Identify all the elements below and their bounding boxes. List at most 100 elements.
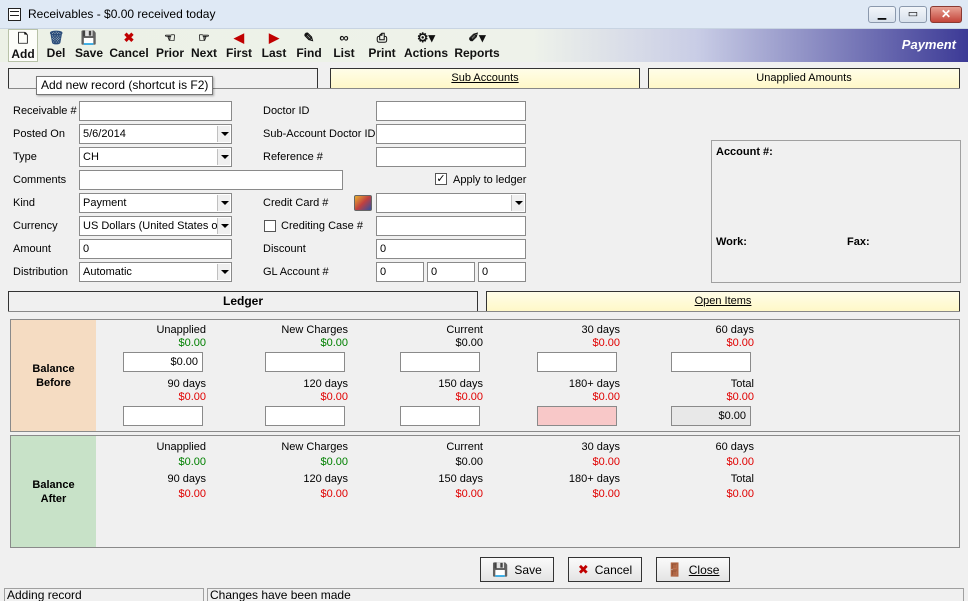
tab-unapplied-label: Unapplied Amounts xyxy=(756,72,852,84)
discount-field[interactable]: 0 xyxy=(376,239,526,259)
add-button[interactable]: 🗋 Add xyxy=(8,29,38,62)
chevron-down-icon[interactable] xyxy=(217,218,230,234)
chevron-down-icon[interactable] xyxy=(217,195,230,211)
x-icon: ✖ xyxy=(123,30,135,45)
currency-value: US Dollars (United States o xyxy=(83,220,218,232)
last-button[interactable]: ▶ Last xyxy=(259,29,289,62)
list-button[interactable]: ∞ List xyxy=(330,29,358,62)
tab-sub-accounts-label: Sub Accounts xyxy=(451,72,519,84)
currency-dropdown[interactable]: US Dollars (United States o xyxy=(79,216,232,236)
gl-account-field-2[interactable]: 0 xyxy=(427,262,475,282)
hand-left-icon: ☜ xyxy=(164,30,176,45)
tab-ledger[interactable]: Ledger xyxy=(8,291,478,311)
tab-sub-accounts[interactable]: Sub Accounts xyxy=(330,68,640,88)
first-button[interactable]: ◀ First xyxy=(224,29,254,62)
print-button[interactable]: ⎙ Print xyxy=(366,29,398,62)
close-button[interactable]: 🚪 Close xyxy=(656,557,730,582)
currency-label: Currency xyxy=(13,220,58,232)
actions-menu-button[interactable]: ⚙▾ Actions xyxy=(403,29,449,62)
cancel-toolbar-button[interactable]: ✖ Cancel xyxy=(108,29,150,62)
tab-open-items[interactable]: Open Items xyxy=(486,291,960,311)
reference-field[interactable] xyxy=(376,147,526,167)
balance-value: $0.00 xyxy=(178,391,206,403)
sub-account-doctor-id-field[interactable] xyxy=(376,124,526,144)
balance-input[interactable]: $0.00 xyxy=(123,352,203,372)
balance-value: $0.00 xyxy=(592,391,620,403)
amount-field[interactable]: 0 xyxy=(79,239,232,259)
balance-heading: New Charges xyxy=(281,324,348,336)
type-dropdown[interactable]: CH xyxy=(79,147,232,167)
balance-input[interactable] xyxy=(265,406,345,426)
balance-after-section: Balance After Unapplied $0.00 New Charges $… xyxy=(10,435,960,548)
maximize-button[interactable]: ▭ xyxy=(899,6,927,23)
balance-value: $0.00 xyxy=(455,488,483,500)
distribution-label: Distribution xyxy=(13,266,69,278)
hand-right-icon: ☞ xyxy=(198,30,210,45)
balance-input[interactable]: $0.00 xyxy=(671,406,751,426)
printer-icon: ⎙ xyxy=(376,30,388,45)
gl-account-field-1[interactable]: 0 xyxy=(376,262,424,282)
minimize-button[interactable]: ▁ xyxy=(868,6,896,23)
receivable-field[interactable] xyxy=(79,101,232,121)
mode-label: Payment xyxy=(901,37,956,52)
next-button[interactable]: ☞ Next xyxy=(189,29,219,62)
comments-label: Comments xyxy=(13,174,67,186)
trash-icon: 🗑 xyxy=(47,30,65,45)
crediting-case-field[interactable] xyxy=(376,216,526,236)
kind-dropdown[interactable]: Payment xyxy=(79,193,232,213)
save-button[interactable]: 💾 Save xyxy=(480,557,554,582)
prior-button[interactable]: ☜ Prior xyxy=(154,29,186,62)
apply-to-ledger-checkbox[interactable]: ✓ xyxy=(435,173,447,185)
cancel-button[interactable]: ✖ Cancel xyxy=(568,557,642,582)
chevron-down-icon[interactable] xyxy=(217,149,230,165)
balance-input[interactable] xyxy=(537,352,617,372)
balance-value: $0.00 xyxy=(455,391,483,403)
balance-input[interactable] xyxy=(265,352,345,372)
window-title: Receivables - $0.00 received today xyxy=(28,7,216,21)
delete-button[interactable]: 🗑 Del xyxy=(42,29,70,62)
balance-input[interactable] xyxy=(671,352,751,372)
app-icon xyxy=(8,8,21,21)
chevron-down-icon[interactable] xyxy=(217,126,230,142)
reports-menu-button[interactable]: ✐▾ Reports xyxy=(453,29,501,62)
balance-heading: Total xyxy=(730,378,754,390)
tab-unapplied-amounts[interactable]: Unapplied Amounts xyxy=(648,68,960,88)
balance-after-label: Balance After xyxy=(11,436,96,547)
crediting-case-checkbox[interactable] xyxy=(264,220,276,232)
balance-value: $0.00 xyxy=(320,488,348,500)
add-icon: 🗋 xyxy=(17,31,29,46)
list-icon: ∞ xyxy=(339,30,349,45)
type-label: Type xyxy=(13,151,37,163)
balance-input[interactable] xyxy=(400,352,480,372)
reports-icon: ✐▾ xyxy=(468,30,486,45)
gl-account-field-3[interactable]: 0 xyxy=(478,262,526,282)
kind-label: Kind xyxy=(13,197,36,209)
balance-value: $0.00 xyxy=(178,488,206,500)
find-button[interactable]: ✎ Find xyxy=(295,29,323,62)
balance-input[interactable] xyxy=(123,406,203,426)
credit-card-icon[interactable] xyxy=(354,195,372,211)
balance-input[interactable] xyxy=(400,406,480,426)
comments-field[interactable] xyxy=(79,170,343,190)
cancel-button-label: Cancel xyxy=(594,563,633,577)
fax-label: Fax: xyxy=(847,236,870,248)
posted-on-dropdown[interactable]: 5/6/2014 xyxy=(79,124,232,144)
close-window-button[interactable]: ✕ xyxy=(930,6,962,23)
chevron-down-icon[interactable] xyxy=(511,195,524,211)
balance-heading: Total xyxy=(730,473,754,485)
balance-before-section: Balance Before Unapplied $0.00 $0.00 New Ch… xyxy=(10,319,960,432)
distribution-dropdown[interactable]: Automatic xyxy=(79,262,232,282)
sub-account-doctor-id-label: Sub-Account Doctor ID xyxy=(263,128,376,140)
save-toolbar-button[interactable]: 💾 Save xyxy=(74,29,104,62)
balance-heading: Unapplied xyxy=(156,441,206,453)
credit-card-dropdown[interactable] xyxy=(376,193,526,213)
balance-value: $0.00 xyxy=(726,456,754,468)
balance-input[interactable] xyxy=(537,406,617,426)
doctor-id-field[interactable] xyxy=(376,101,526,121)
balance-value: $0.00 xyxy=(726,488,754,500)
chevron-down-icon[interactable] xyxy=(217,264,230,280)
balance-value: $0.00 xyxy=(592,337,620,349)
last-icon: ▶ xyxy=(269,30,279,45)
balance-value: $0.00 xyxy=(455,456,483,468)
balance-value: $0.00 xyxy=(726,337,754,349)
